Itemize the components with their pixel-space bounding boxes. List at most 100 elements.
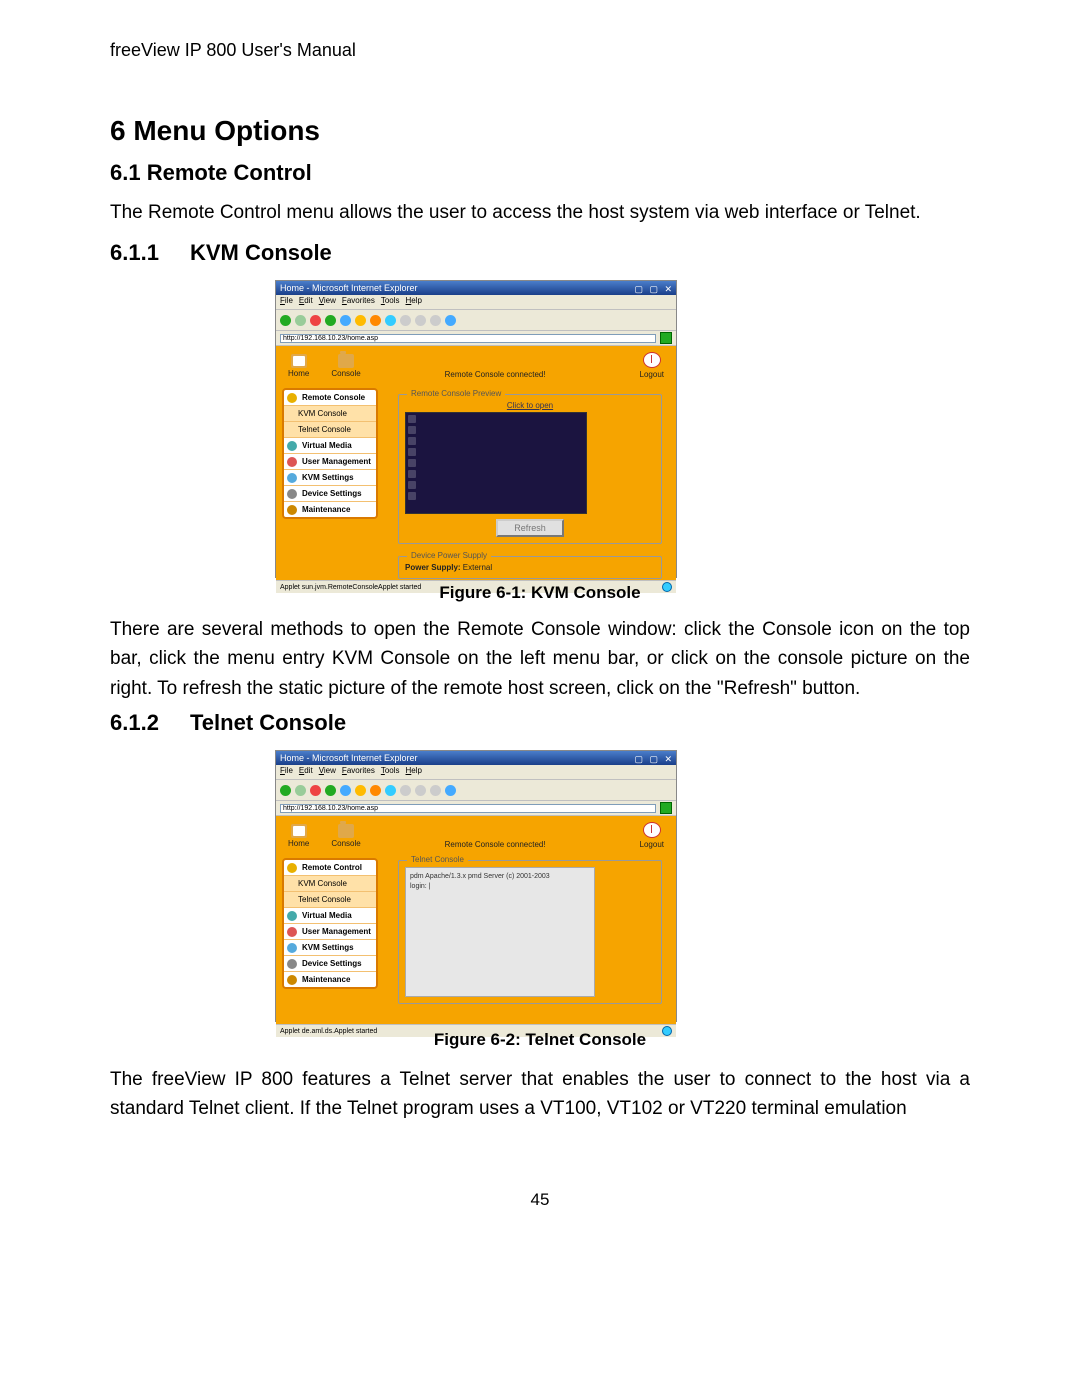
sidebar-icon bbox=[287, 473, 297, 483]
connection-status: Remote Console connected! bbox=[445, 840, 546, 849]
home-icon bbox=[291, 354, 307, 368]
search-icon[interactable] bbox=[355, 315, 366, 326]
sidebar-item-label: KVM Console bbox=[298, 879, 347, 888]
refresh-icon[interactable] bbox=[325, 785, 336, 796]
mail-icon[interactable] bbox=[400, 315, 411, 326]
msn-icon[interactable] bbox=[445, 315, 456, 326]
sidebar-item-label: Device Settings bbox=[302, 489, 362, 498]
sidebar-item-label: Maintenance bbox=[302, 975, 350, 984]
browser-toolbar[interactable] bbox=[276, 780, 676, 801]
nav-console[interactable]: Console bbox=[331, 824, 360, 849]
go-button[interactable] bbox=[660, 332, 672, 344]
click-to-open-link[interactable]: Click to open bbox=[405, 401, 655, 410]
window-controls[interactable]: ▢ ▢ ✕ bbox=[634, 752, 674, 766]
sidebar-item-label: Maintenance bbox=[302, 505, 350, 514]
mail-icon[interactable] bbox=[400, 785, 411, 796]
sidebar-item-label: KVM Settings bbox=[302, 473, 354, 482]
sidebar-item[interactable]: Telnet Console bbox=[284, 421, 376, 437]
telnet-terminal[interactable]: pdm Apache/1.3.x pmd Server (c) 2001-200… bbox=[405, 867, 595, 997]
refresh-button[interactable]: Refresh bbox=[496, 519, 564, 537]
menu-file[interactable]: File bbox=[280, 766, 293, 775]
sidebar-item[interactable]: KVM Settings bbox=[284, 939, 376, 955]
back-icon[interactable] bbox=[280, 315, 291, 326]
remote-console-preview: Remote Console Preview Click to open Ref… bbox=[398, 394, 662, 544]
menu-help[interactable]: Help bbox=[406, 766, 422, 775]
console-preview-image[interactable] bbox=[405, 412, 587, 514]
sidebar-item[interactable]: KVM Console bbox=[284, 405, 376, 421]
sidebar-item[interactable]: Remote Console bbox=[284, 390, 376, 405]
edit-icon[interactable] bbox=[430, 785, 441, 796]
stop-icon[interactable] bbox=[310, 785, 321, 796]
forward-icon[interactable] bbox=[295, 315, 306, 326]
figure-6-1: Home - Microsoft Internet Explorer ▢ ▢ ✕… bbox=[275, 280, 677, 578]
sidebar-item[interactable]: Device Settings bbox=[284, 485, 376, 501]
window-controls[interactable]: ▢ ▢ ✕ bbox=[634, 282, 674, 296]
sidebar-item[interactable]: User Management bbox=[284, 923, 376, 939]
console-icon bbox=[338, 824, 354, 838]
sidebar-icon bbox=[287, 959, 297, 969]
sidebar-icon bbox=[287, 911, 297, 921]
menu-tools[interactable]: Tools bbox=[381, 766, 400, 775]
go-button[interactable] bbox=[660, 802, 672, 814]
sidebar-item[interactable]: KVM Settings bbox=[284, 469, 376, 485]
home-icon bbox=[291, 824, 307, 838]
edit-icon[interactable] bbox=[430, 315, 441, 326]
nav-console[interactable]: Console bbox=[331, 354, 360, 379]
sidebar-item[interactable]: Remote Control bbox=[284, 860, 376, 875]
sidebar-item-label: Remote Console bbox=[302, 393, 365, 402]
print-icon[interactable] bbox=[415, 315, 426, 326]
menu-favorites[interactable]: Favorites bbox=[342, 766, 375, 775]
menu-edit[interactable]: Edit bbox=[299, 296, 313, 305]
para-6-1-1: There are several methods to open the Re… bbox=[110, 615, 970, 703]
para-6-1-2: The freeView IP 800 features a Telnet se… bbox=[110, 1065, 970, 1124]
menu-tools[interactable]: Tools bbox=[381, 296, 400, 305]
msn-icon[interactable] bbox=[445, 785, 456, 796]
browser-menubar[interactable]: File Edit View Favorites Tools Help bbox=[276, 295, 676, 310]
nav-home[interactable]: Home bbox=[288, 824, 309, 849]
sidebar-icon bbox=[287, 393, 297, 403]
refresh-icon[interactable] bbox=[325, 315, 336, 326]
address-input[interactable]: http://192.168.10.23/home.asp bbox=[280, 334, 656, 343]
sidebar-item[interactable]: Virtual Media bbox=[284, 907, 376, 923]
browser-menubar[interactable]: File Edit View Favorites Tools Help bbox=[276, 765, 676, 780]
favorites-icon[interactable] bbox=[370, 785, 381, 796]
figure-6-1-caption: Figure 6-1: KVM Console bbox=[0, 583, 1080, 603]
menu-file[interactable]: File bbox=[280, 296, 293, 305]
menu-help[interactable]: Help bbox=[406, 296, 422, 305]
nav-logout[interactable]: Logout bbox=[640, 822, 664, 849]
search-icon[interactable] bbox=[355, 785, 366, 796]
menu-view[interactable]: View bbox=[319, 296, 336, 305]
figure-6-2: Home - Microsoft Internet Explorer ▢ ▢ ✕… bbox=[275, 750, 677, 1022]
home-icon[interactable] bbox=[340, 785, 351, 796]
menu-view[interactable]: View bbox=[319, 766, 336, 775]
nav-logout[interactable]: Logout bbox=[640, 352, 664, 379]
sidebar-item[interactable]: Device Settings bbox=[284, 955, 376, 971]
print-icon[interactable] bbox=[415, 785, 426, 796]
forward-icon[interactable] bbox=[295, 785, 306, 796]
address-bar[interactable]: http://192.168.10.23/home.asp bbox=[276, 331, 676, 346]
sidebar-item[interactable]: User Management bbox=[284, 453, 376, 469]
heading-6-1-2: 6.1.2Telnet Console bbox=[110, 710, 346, 736]
history-icon[interactable] bbox=[385, 785, 396, 796]
home-icon[interactable] bbox=[340, 315, 351, 326]
favorites-icon[interactable] bbox=[370, 315, 381, 326]
sidebar-item[interactable]: Virtual Media bbox=[284, 437, 376, 453]
sidebar-icon bbox=[287, 489, 297, 499]
sidebar-item-label: User Management bbox=[302, 927, 371, 936]
menu-edit[interactable]: Edit bbox=[299, 766, 313, 775]
sidebar-item-label: Telnet Console bbox=[298, 425, 351, 434]
nav-home[interactable]: Home bbox=[288, 354, 309, 379]
address-bar[interactable]: http://192.168.10.23/home.asp bbox=[276, 801, 676, 816]
browser-toolbar[interactable] bbox=[276, 310, 676, 331]
address-input[interactable]: http://192.168.10.23/home.asp bbox=[280, 804, 656, 813]
history-icon[interactable] bbox=[385, 315, 396, 326]
stop-icon[interactable] bbox=[310, 315, 321, 326]
menu-favorites[interactable]: Favorites bbox=[342, 296, 375, 305]
sidebar-item[interactable]: Telnet Console bbox=[284, 891, 376, 907]
sidebar-item[interactable]: Maintenance bbox=[284, 501, 376, 517]
back-icon[interactable] bbox=[280, 785, 291, 796]
sidebar-item[interactable]: KVM Console bbox=[284, 875, 376, 891]
figure-6-2-caption: Figure 6-2: Telnet Console bbox=[0, 1030, 1080, 1050]
sidebar: Remote Console KVM Console Telnet Console V… bbox=[282, 388, 378, 519]
sidebar-item[interactable]: Maintenance bbox=[284, 971, 376, 987]
